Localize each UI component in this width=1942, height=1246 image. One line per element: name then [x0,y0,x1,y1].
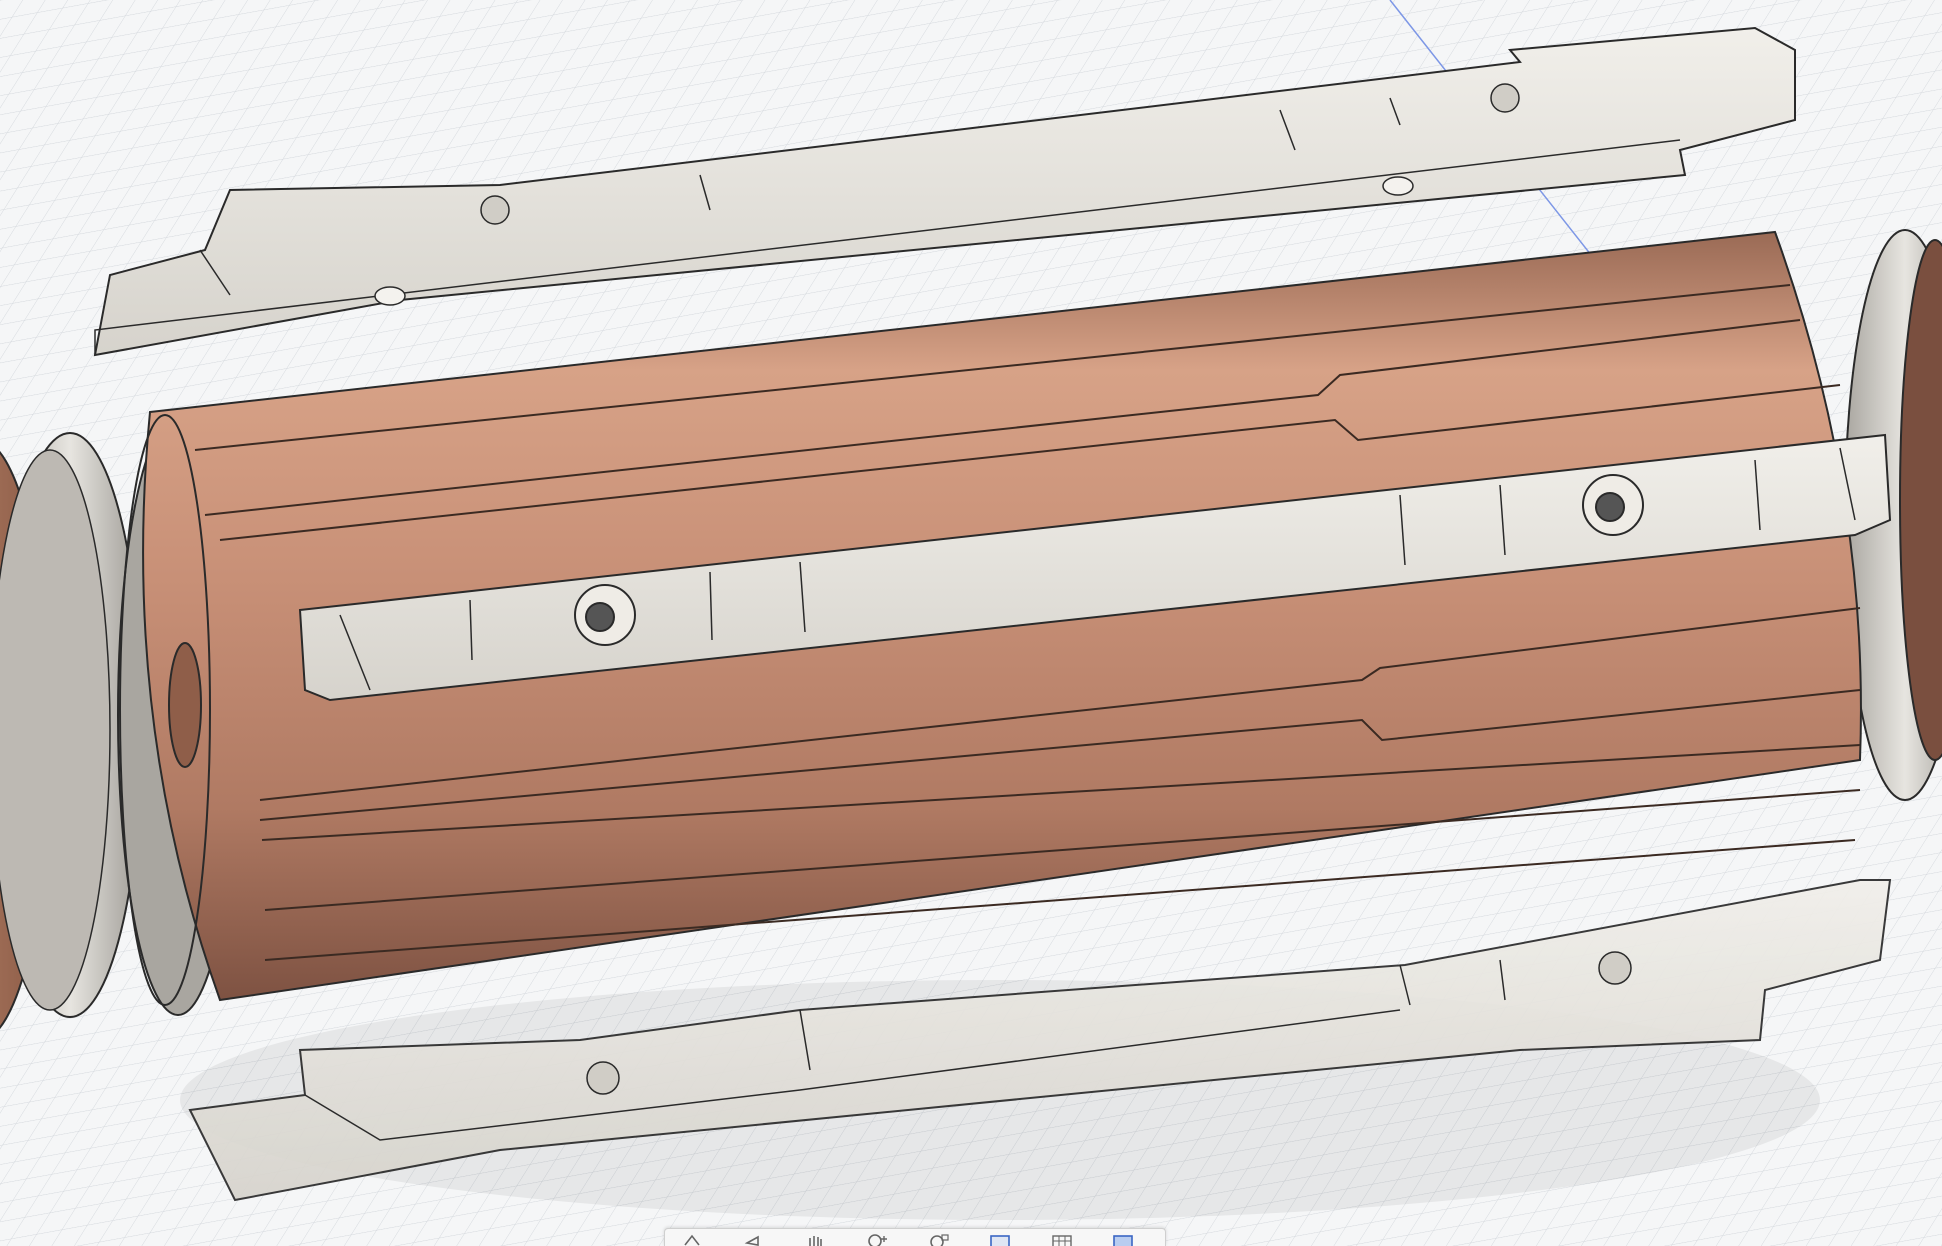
cad-3d-viewport[interactable] [0,0,1942,1246]
viewports-icon[interactable] [1104,1229,1143,1246]
zoom-window-icon[interactable] [920,1229,959,1246]
pan-hand-icon[interactable] [798,1229,837,1246]
model-canvas[interactable] [0,0,1942,1246]
look-at-icon[interactable] [736,1229,775,1246]
grid-icon[interactable] [1043,1229,1082,1246]
orbit-icon[interactable] [675,1229,714,1246]
display-settings-icon[interactable] [981,1229,1020,1246]
zoom-icon[interactable] [859,1229,898,1246]
cylinder-hole [168,642,202,768]
navigation-toolbar [664,1228,1166,1246]
